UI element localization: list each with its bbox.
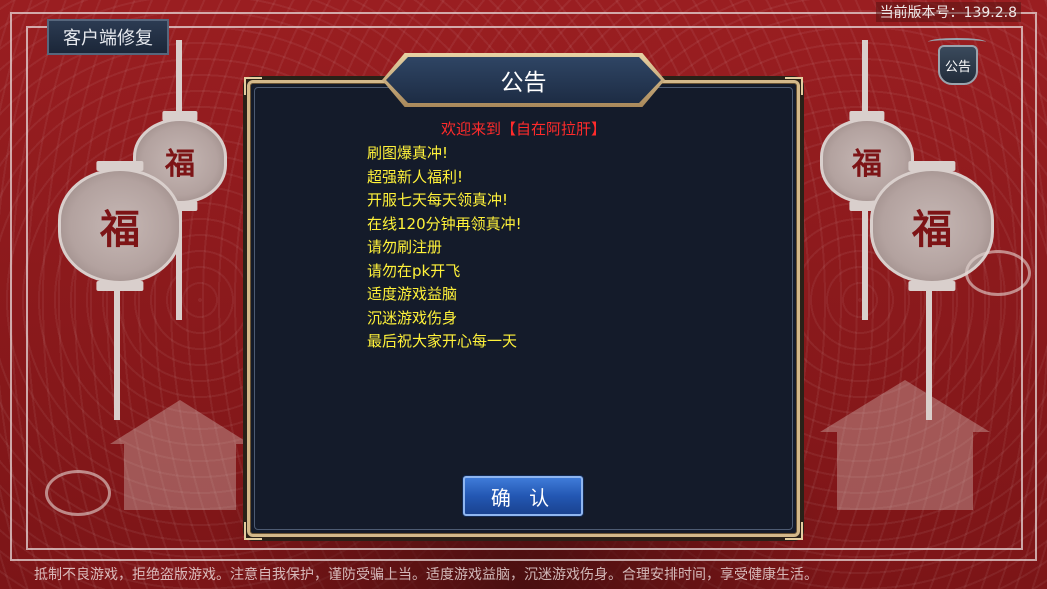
cloud-right xyxy=(965,250,1031,296)
health-game-notice: 抵制不良游戏，拒绝盗版游戏。注意自我保护，谨防受骗上当。适度游戏益脑，沉迷游戏伤… xyxy=(34,567,818,583)
announcement-line: 刷图爆真冲! xyxy=(367,144,449,162)
lantern-character: 福 xyxy=(100,206,140,253)
confirm-button[interactable]: 确 认 xyxy=(463,476,583,516)
lantern-character: 福 xyxy=(165,147,195,182)
lantern-tassel-left-lower xyxy=(114,290,120,420)
dialog-corner-ornament xyxy=(244,522,262,540)
welcome-message: 欢迎来到【自在阿拉肝】 xyxy=(440,120,606,138)
dialog-corner-ornament xyxy=(244,77,262,95)
dialog-title: 公告 xyxy=(500,70,547,96)
announcement-line: 请勿刷注册 xyxy=(367,238,443,256)
lantern-character: 福 xyxy=(852,147,882,182)
version-label: 当前版本号：139.2.8 xyxy=(875,2,1021,22)
lantern-string-left-upper xyxy=(176,40,182,120)
announcement-line: 开服七天每天领真冲! xyxy=(367,191,509,209)
lantern-character: 福 xyxy=(912,206,952,253)
lantern-string-right-upper xyxy=(862,40,868,120)
announcement-line: 适度游戏益脑 xyxy=(367,285,458,303)
announcement-line: 超强新人福利! xyxy=(367,167,464,186)
notice-icon-label: 公告 xyxy=(944,59,971,75)
confirm-button-label: 确 认 xyxy=(490,485,556,510)
announcement-dialog xyxy=(244,77,803,540)
dialog-corner-ornament xyxy=(785,77,803,95)
dialog-corner-ornament xyxy=(785,522,803,540)
announcement-line: 沉迷游戏伤身 xyxy=(367,308,458,327)
lantern-tassel-right-upper xyxy=(862,210,868,320)
lantern-left-lower: 福 xyxy=(58,168,182,284)
announcement-lines: 刷图爆真冲! 超强新人福利! 开服七天每天领真冲! 在线120分钟再领真冲! 请… xyxy=(367,142,522,354)
notice-icon[interactable]: 公告 xyxy=(938,45,978,85)
announcement-line: 在线120分钟再领真冲! xyxy=(367,214,522,233)
announcement-line: 最后祝大家开心每一天 xyxy=(367,332,518,350)
announcement-line: 请勿在pk开飞 xyxy=(367,261,461,280)
client-repair-label: 客户端修复 xyxy=(63,28,153,49)
cloud-left xyxy=(45,470,111,516)
client-repair-button[interactable]: 客户端修复 xyxy=(47,19,169,55)
